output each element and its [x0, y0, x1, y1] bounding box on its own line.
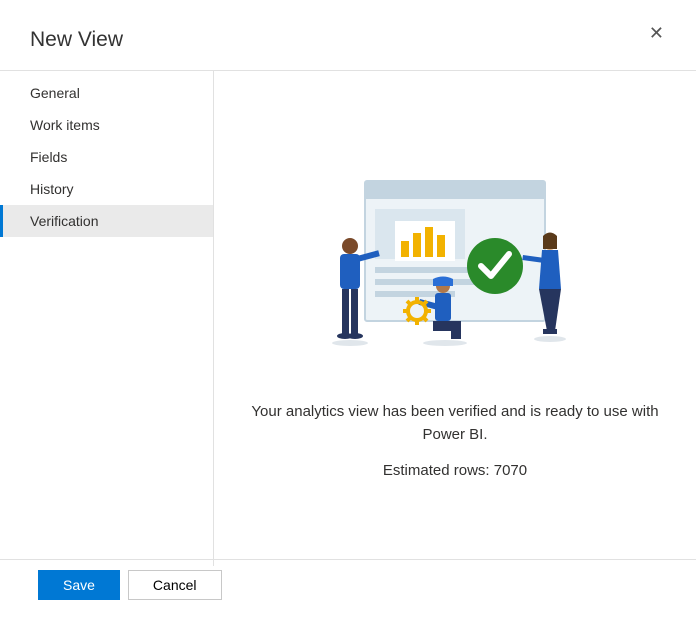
sidebar-item-label: General	[30, 85, 80, 101]
content-panel: Your analytics view has been verified an…	[214, 71, 696, 566]
sidebar-item-label: Verification	[30, 213, 98, 229]
dialog-header: New View ✕	[0, 0, 696, 70]
verification-illustration	[325, 171, 585, 371]
sidebar-item-label: Work items	[30, 117, 100, 133]
dialog-body: General Work items Fields History Verifi…	[0, 70, 696, 566]
sidebar-item-label: History	[30, 181, 74, 197]
sidebar-item-general[interactable]: General	[0, 77, 213, 109]
cancel-button[interactable]: Cancel	[128, 570, 222, 600]
save-button[interactable]: Save	[38, 570, 120, 600]
verification-message: Your analytics view has been verified an…	[245, 401, 665, 446]
sidebar-item-work-items[interactable]: Work items	[0, 109, 213, 141]
dialog-title: New View	[30, 28, 123, 52]
sidebar: General Work items Fields History Verifi…	[0, 71, 214, 566]
sidebar-item-history[interactable]: History	[0, 173, 213, 205]
estimated-rows: Estimated rows: 7070	[383, 462, 527, 479]
dialog-footer: Save Cancel	[0, 559, 696, 610]
sidebar-item-fields[interactable]: Fields	[0, 141, 213, 173]
close-button[interactable]: ✕	[647, 22, 666, 44]
sidebar-item-label: Fields	[30, 149, 67, 165]
close-icon: ✕	[649, 23, 664, 43]
sidebar-item-verification[interactable]: Verification	[0, 205, 213, 237]
